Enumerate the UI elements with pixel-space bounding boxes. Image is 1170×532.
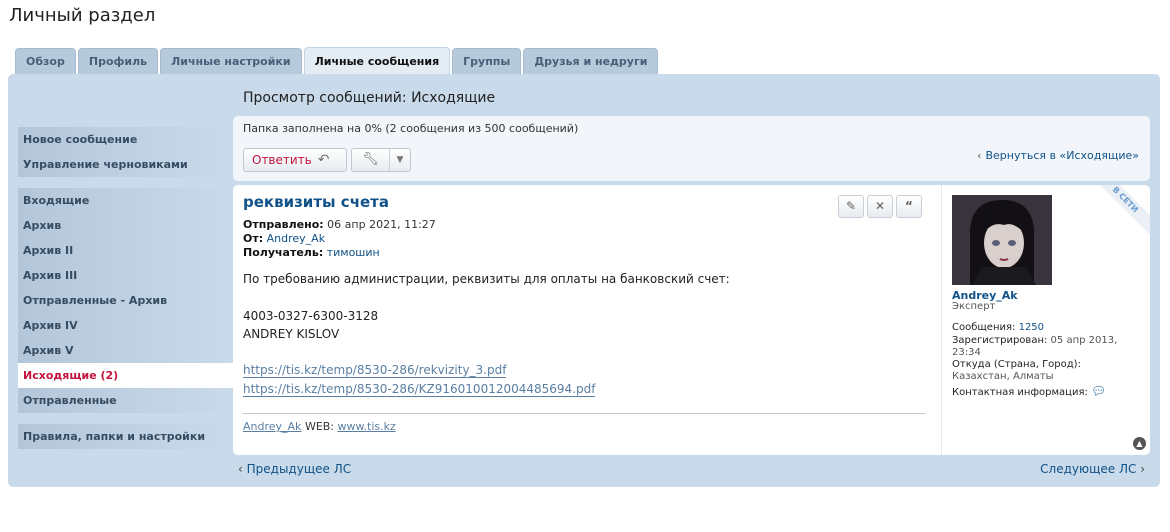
previous-pm-link[interactable]: ‹ Предыдущее ЛС [238, 462, 351, 476]
close-icon: ✕ [874, 199, 886, 213]
from-user-link[interactable]: Andrey_Ak [267, 232, 325, 245]
author-profile: В СЕТИ Andrey_Ak Эксперт Сообщения: 1250… [941, 185, 1150, 455]
recipient-label: Получатель: [243, 246, 324, 259]
message-body-line: По требованию администрации, реквизиты д… [243, 272, 730, 286]
sidebar-compose-group: Новое сообщение Управление черновиками [18, 127, 233, 177]
quote-icon: “ [905, 199, 913, 213]
tab-friends-foes[interactable]: Друзья и недруги [523, 48, 659, 74]
sidebar-item-archive-5[interactable]: Архив V [18, 338, 233, 363]
profile-contact: Контактная информация: 💬︎ [952, 385, 1147, 399]
sidebar-item-new-message[interactable]: Новое сообщение [18, 127, 233, 152]
contact-label: Контактная информация: [952, 387, 1088, 398]
sidebar-folders-group: Входящие Архив Архив II Архив III Отправ… [18, 188, 233, 413]
profile-registered: Зарегистрирован: 05 апр 2013, 23:34 [952, 335, 1147, 359]
sidebar-item-sent-archive[interactable]: Отправленные - Архив [18, 288, 233, 313]
message-sent-row: Отправлено: 06 апр 2021, 11:27 [243, 218, 436, 231]
chevron-right-icon: › [1140, 462, 1145, 476]
reply-arrow-icon: ↶ [317, 152, 330, 168]
folder-status: Папка заполнена на 0% (2 сообщения из 50… [243, 122, 579, 135]
signature-divider [243, 413, 925, 414]
recipient-user-link[interactable]: тимошин [327, 246, 380, 259]
delete-button[interactable]: ✕ [867, 195, 893, 218]
back-to-outbox-link[interactable]: ‹ Вернуться в «Исходящие» [977, 149, 1139, 162]
edit-button[interactable]: ✎ [838, 195, 864, 218]
location-label: Откуда (Страна, Город): [952, 359, 1081, 370]
page-title: Личный раздел [9, 5, 156, 26]
tab-personal-settings[interactable]: Личные настройки [160, 48, 302, 74]
online-badge: В СЕТИ [1088, 185, 1150, 237]
tab-profile[interactable]: Профиль [77, 48, 159, 74]
sidebar-item-drafts[interactable]: Управление черновиками [18, 152, 233, 177]
folder-info-box: Папка заполнена на 0% (2 сообщения из 50… [233, 116, 1150, 181]
pencil-icon: ✎ [845, 199, 857, 213]
attachment-link[interactable]: https://tis.kz/temp/8530-286/rekvizity_3… [243, 363, 507, 378]
view-title: Просмотр сообщений: Исходящие [243, 90, 496, 106]
sidebar-item-archive-2[interactable]: Архив II [18, 238, 233, 263]
message-box: реквизиты счета Отправлено: 06 апр 2021,… [233, 185, 1150, 455]
sidebar-item-rules-folders-settings[interactable]: Правила, папки и настройки [18, 424, 233, 449]
signature-web-label: WEB: [304, 420, 335, 433]
message-subject[interactable]: реквизиты счета [243, 193, 389, 211]
tab-groups[interactable]: Группы [452, 48, 522, 74]
back-link-label: Вернуться в «Исходящие» [985, 149, 1139, 162]
profile-rank: Эксперт [952, 301, 996, 312]
profile-posts: Сообщения: 1250 [952, 322, 1147, 334]
tab-bar: Обзор Профиль Личные настройки Личные со… [15, 47, 660, 74]
posts-label: Сообщения: [952, 322, 1016, 333]
registered-label: Зарегистрирован: [952, 335, 1048, 346]
sent-value: 06 апр 2021, 11:27 [327, 218, 436, 231]
post-action-buttons: ✎ ✕ “ [838, 195, 925, 218]
chat-bubble-icon[interactable]: 💬︎ [1091, 384, 1106, 398]
next-pm-label: Следующее ЛС [1040, 462, 1137, 476]
chevron-left-icon: ‹ [977, 149, 982, 162]
profile-location: Откуда (Страна, Город): Казахстан, Алмат… [952, 359, 1147, 383]
sidebar-item-outbox[interactable]: Исходящие (2) [18, 363, 233, 388]
quote-button[interactable]: “ [896, 195, 922, 218]
posts-count-link[interactable]: 1250 [1019, 322, 1044, 333]
location-value: Казахстан, Алматы [952, 371, 1054, 382]
sidebar-item-archive-4[interactable]: Архив IV [18, 313, 233, 338]
tools-dropdown-button[interactable]: 🔧︎ ▼ [351, 148, 411, 172]
tab-overview[interactable]: Обзор [15, 48, 76, 74]
message-account-number: 4003-0327-6300-3128 [243, 309, 379, 323]
message-from-row: От: Andrey_Ak [243, 232, 325, 245]
avatar[interactable] [952, 195, 1052, 285]
scroll-top-icon[interactable]: ▲ [1133, 437, 1146, 450]
message-recipient-row: Получатель: тимошин [243, 246, 380, 259]
sidebar-item-archive-3[interactable]: Архив III [18, 263, 233, 288]
reply-button[interactable]: Ответить ↶ [243, 148, 347, 172]
reply-label: Ответить [252, 153, 312, 167]
message-account-holder: ANDREY KISLOV [243, 327, 340, 341]
sent-label: Отправлено: [243, 218, 324, 231]
from-label: От: [243, 232, 264, 245]
signature-web-link[interactable]: www.tis.kz [338, 420, 396, 433]
wrench-icon: 🔧︎ [352, 149, 390, 171]
chevron-down-icon: ▼ [396, 155, 404, 165]
sidebar-item-inbox[interactable]: Входящие [18, 188, 233, 213]
tab-private-messages[interactable]: Личные сообщения [303, 47, 451, 74]
next-pm-link[interactable]: Следующее ЛС › [1040, 462, 1145, 476]
signature-user-link[interactable]: Andrey_Ak [243, 420, 301, 433]
avatar-image [952, 195, 1052, 285]
sidebar-item-archive[interactable]: Архив [18, 213, 233, 238]
signature: Andrey_Ak WEB: www.tis.kz [243, 420, 396, 433]
chevron-left-icon: ‹ [238, 462, 243, 476]
sidebar-item-sent[interactable]: Отправленные [18, 388, 233, 413]
previous-pm-label: Предыдущее ЛС [246, 462, 352, 476]
attachment-link[interactable]: https://tis.kz/temp/8530-286/KZ916010012… [243, 382, 596, 397]
sidebar-settings-group: Правила, папки и настройки [18, 424, 233, 449]
